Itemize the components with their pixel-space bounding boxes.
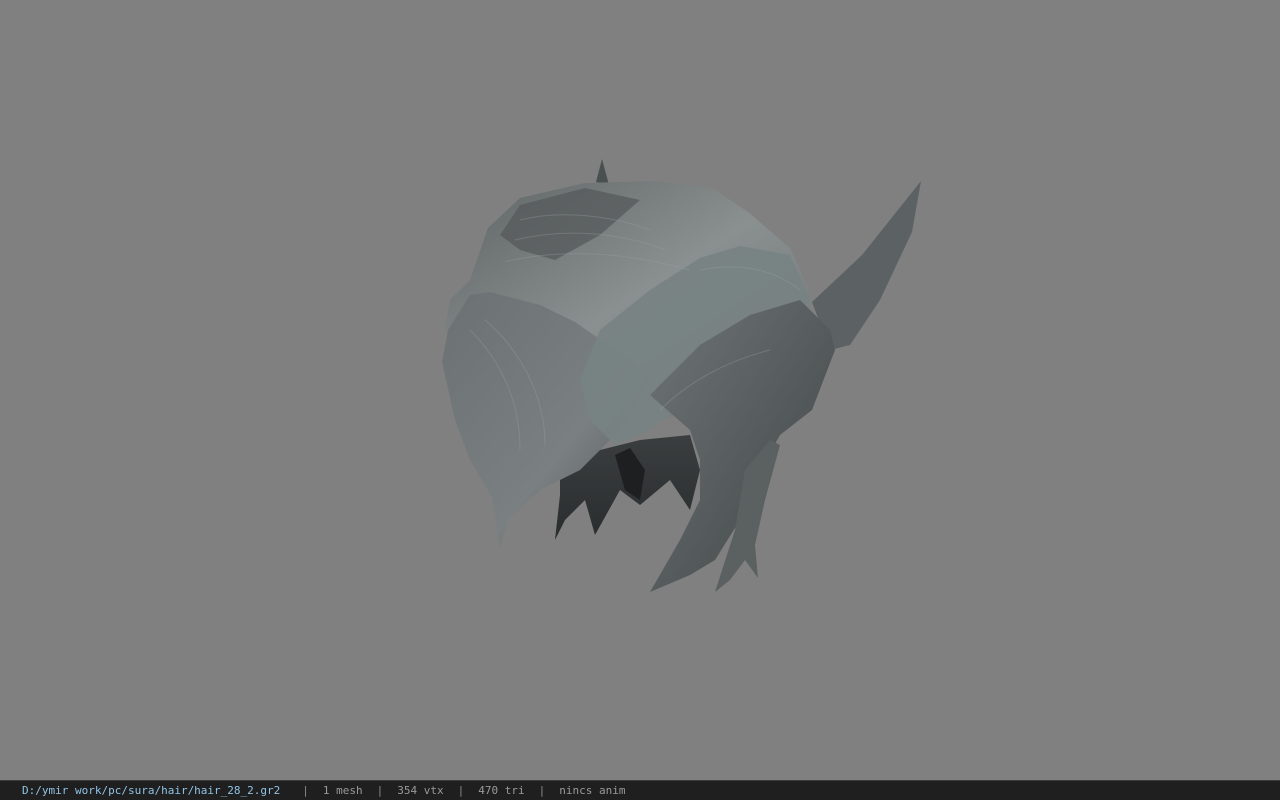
status-separator: | bbox=[302, 784, 309, 797]
status-separator: | bbox=[538, 784, 546, 797]
vertex-count-label: 354 vtx bbox=[397, 784, 444, 797]
hair-tail-right bbox=[812, 181, 921, 350]
triangle-count-label: 470 tri bbox=[478, 784, 525, 797]
mesh-count-label: 1 mesh bbox=[322, 784, 363, 797]
status-separator: | bbox=[376, 784, 384, 797]
hair-model bbox=[442, 159, 921, 592]
status-bar: D:/ymir work/pc/sura/hair/hair_28_2.gr2 … bbox=[0, 780, 1280, 800]
hair-spike-top bbox=[596, 159, 609, 185]
3d-viewport[interactable] bbox=[0, 0, 1280, 780]
status-separator: | bbox=[457, 784, 465, 797]
anim-state-label: nincs anim bbox=[559, 784, 626, 797]
file-path-label: D:/ymir work/pc/sura/hair/hair_28_2.gr2 bbox=[22, 784, 281, 797]
